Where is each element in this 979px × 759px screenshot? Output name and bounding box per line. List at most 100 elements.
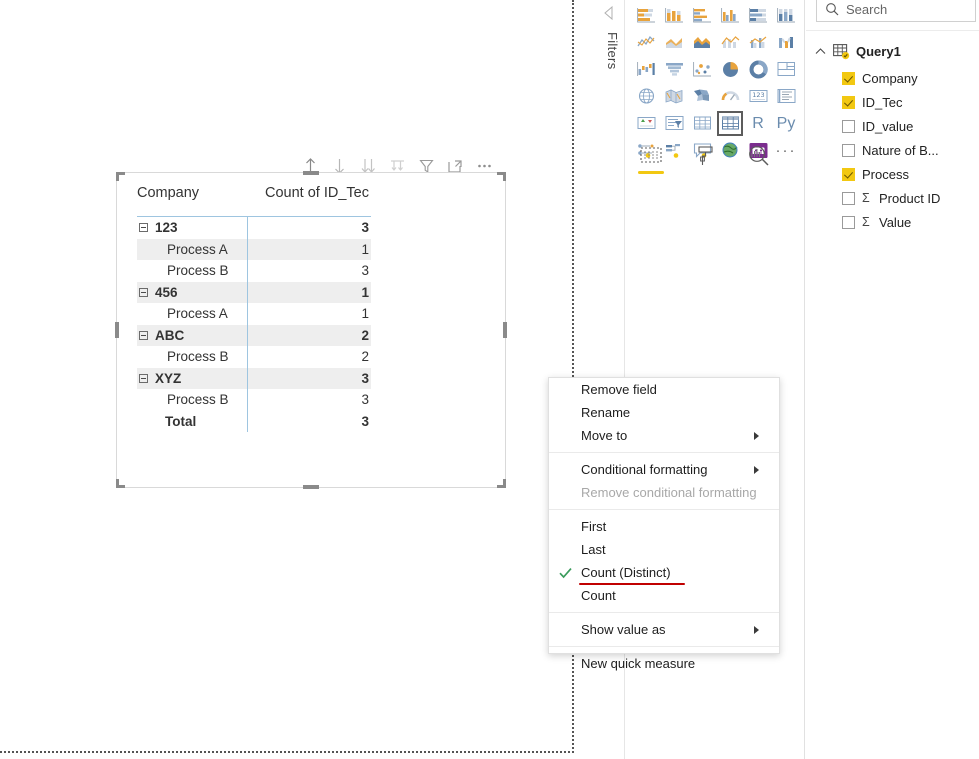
stacked-bar-chart-icon[interactable] <box>632 2 660 29</box>
map-icon[interactable] <box>632 83 660 110</box>
resize-handle-top[interactable] <box>303 171 319 175</box>
resize-handle-bottom[interactable] <box>303 485 319 489</box>
field-item[interactable]: Σ Product ID <box>842 186 979 210</box>
matrix-row[interactable]: Process A 1 <box>137 238 371 260</box>
multi-row-card-icon[interactable] <box>772 83 800 110</box>
field-checkbox[interactable] <box>842 95 855 109</box>
matrix-table[interactable]: Company Count of ID_Tec 123 3 Process A 1 Pr… <box>137 185 371 432</box>
field-checkbox[interactable] <box>842 167 855 181</box>
resize-handle-bottom-right[interactable] <box>497 479 506 488</box>
field-checkbox[interactable] <box>842 119 855 133</box>
table-icon[interactable] <box>688 110 716 137</box>
matrix-row-label: ABC <box>155 327 185 343</box>
treemap-icon[interactable] <box>772 56 800 83</box>
matrix-row[interactable]: 123 3 <box>137 217 371 239</box>
menu-item[interactable]: Rename <box>549 401 779 424</box>
tab-analytics[interactable] <box>744 141 774 171</box>
field-checkbox[interactable] <box>842 143 855 157</box>
field-item[interactable]: Nature of B... <box>842 138 979 162</box>
resize-handle-top-right[interactable] <box>497 172 506 181</box>
column-header-company[interactable]: Company <box>137 185 247 201</box>
menu-item[interactable]: Last <box>549 538 779 561</box>
filled-map-icon[interactable] <box>660 83 688 110</box>
stacked-area-chart-icon[interactable] <box>688 29 716 56</box>
matrix-row[interactable]: Process B 2 <box>137 346 371 368</box>
line-chart-icon[interactable] <box>632 29 660 56</box>
100-stacked-bar-chart-icon[interactable] <box>744 2 772 29</box>
waterfall-chart-icon[interactable] <box>632 56 660 83</box>
card-icon[interactable]: 123 <box>744 83 772 110</box>
stacked-column-chart-icon[interactable] <box>660 2 688 29</box>
field-checkbox[interactable] <box>842 71 855 85</box>
resize-handle-top-left[interactable] <box>116 172 125 181</box>
menu-item-label: New quick measure <box>581 656 696 671</box>
menu-item-label: Last <box>581 542 606 557</box>
shape-map-icon[interactable] <box>688 83 716 110</box>
gauge-icon[interactable] <box>716 83 744 110</box>
matrix-icon[interactable] <box>716 110 744 137</box>
field-item[interactable]: Σ Value <box>842 210 979 234</box>
field-checkbox[interactable] <box>842 191 855 205</box>
matrix-row[interactable]: 456 1 <box>137 281 371 303</box>
menu-item[interactable]: Remove field <box>549 378 779 401</box>
donut-chart-icon[interactable] <box>744 56 772 83</box>
search-input[interactable]: Search <box>816 0 976 22</box>
menu-item[interactable]: Move to <box>549 424 779 447</box>
pie-chart-icon[interactable] <box>716 56 744 83</box>
field-label: ID_value <box>862 118 914 134</box>
matrix-row-label: Process A <box>167 306 228 322</box>
clustered-bar-chart-icon[interactable] <box>688 2 716 29</box>
r-script-visual-icon[interactable]: R <box>744 110 772 137</box>
resize-handle-left[interactable] <box>115 322 119 338</box>
slicer-icon[interactable] <box>660 110 688 137</box>
100-stacked-column-chart-icon[interactable] <box>772 2 800 29</box>
menu-item-label: Conditional formatting <box>581 462 708 477</box>
field-item[interactable]: Process <box>842 162 979 186</box>
resize-handle-right[interactable] <box>503 322 507 338</box>
field-item[interactable]: ID_value <box>842 114 979 138</box>
menu-item[interactable]: Show value as <box>549 618 779 641</box>
field-item[interactable]: Company <box>842 66 979 90</box>
matrix-row[interactable]: Process B 3 <box>137 260 371 282</box>
kpi-icon[interactable] <box>632 110 660 137</box>
line-stacked-column-chart-icon[interactable] <box>716 29 744 56</box>
matrix-cell-label: Process B <box>137 346 247 368</box>
matrix-cell-label: Process A <box>137 303 247 325</box>
matrix-row-label: Process B <box>167 349 229 365</box>
field-checkbox[interactable] <box>842 215 855 229</box>
scatter-chart-icon[interactable] <box>688 56 716 83</box>
ribbon-chart-icon[interactable] <box>772 29 800 56</box>
menu-item[interactable]: Conditional formatting <box>549 458 779 481</box>
matrix-row[interactable]: Process A 1 <box>137 303 371 325</box>
tab-format[interactable] <box>690 141 720 171</box>
collapse-expander-icon[interactable] <box>139 223 148 233</box>
line-clustered-column-chart-icon[interactable] <box>744 29 772 56</box>
menu-item[interactable]: First <box>549 515 779 538</box>
chevron-up-icon[interactable] <box>814 45 827 58</box>
visualizations-pane-tabs[interactable] <box>636 139 796 174</box>
menu-item[interactable]: New quick measure <box>549 652 779 675</box>
menu-item[interactable]: Count <box>549 584 779 607</box>
matrix-row[interactable]: Total 3 <box>137 410 371 433</box>
filters-pane-label: Filters <box>605 32 620 70</box>
python-visual-icon[interactable]: Py <box>772 110 800 137</box>
column-header-count[interactable]: Count of ID_Tec <box>247 185 371 201</box>
clustered-column-chart-icon[interactable] <box>716 2 744 29</box>
matrix-row[interactable]: XYZ 3 <box>137 367 371 389</box>
tab-fields[interactable] <box>636 141 666 174</box>
resize-handle-bottom-left[interactable] <box>116 479 125 488</box>
field-item[interactable]: ID_Tec <box>842 90 979 114</box>
field-table-query1[interactable]: Query1 <box>814 40 979 62</box>
area-chart-icon[interactable] <box>660 29 688 56</box>
menu-item[interactable]: Count (Distinct) <box>549 561 779 585</box>
expand-filters-icon[interactable] <box>601 4 619 22</box>
collapse-expander-icon[interactable] <box>139 373 148 383</box>
collapse-expander-icon[interactable] <box>139 330 148 340</box>
collapse-expander-icon[interactable] <box>139 287 148 297</box>
field-context-menu[interactable]: Remove field Rename Move to Conditional for… <box>548 377 780 671</box>
funnel-chart-icon[interactable] <box>660 56 688 83</box>
matrix-visual[interactable]: Company Count of ID_Tec 123 3 Process A 1 Pr… <box>115 171 507 489</box>
matrix-row[interactable]: ABC 2 <box>137 324 371 346</box>
matrix-cell-label: Total <box>137 411 247 433</box>
matrix-row[interactable]: Process B 3 <box>137 389 371 411</box>
